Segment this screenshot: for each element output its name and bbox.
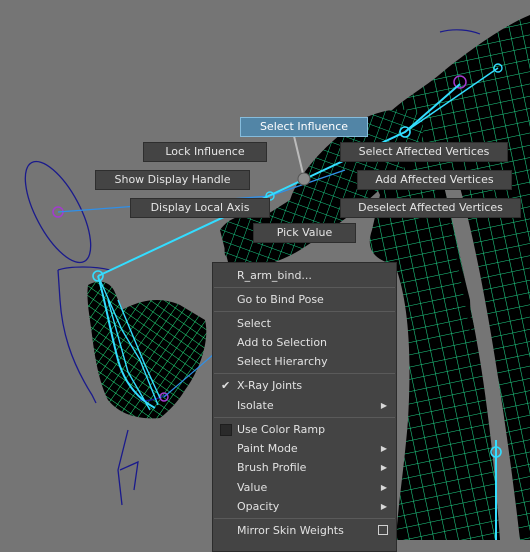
- option-box-icon[interactable]: [378, 525, 388, 535]
- menu-item-label: Select: [237, 317, 271, 330]
- mm-display-local-axis[interactable]: Display Local Axis: [130, 198, 270, 218]
- menu-item-label: Value: [237, 481, 268, 494]
- marking-menu-origin: [297, 172, 311, 186]
- menu-item-add-to-selection[interactable]: Add to Selection: [213, 333, 396, 352]
- submenu-arrow-icon: ▶: [380, 444, 387, 453]
- menu-item-select-hierarchy[interactable]: Select Hierarchy: [213, 352, 396, 371]
- menu-item-value[interactable]: Value ▶: [213, 478, 396, 497]
- menu-item-label: Paint Mode: [237, 442, 298, 455]
- menu-item-brush-profile[interactable]: Brush Profile ▶: [213, 458, 396, 477]
- mm-add-affected-vertices[interactable]: Add Affected Vertices: [357, 170, 512, 190]
- menu-item-label: R_arm_bind...: [237, 269, 312, 282]
- menu-item-paint-mode[interactable]: Paint Mode ▶: [213, 439, 396, 458]
- mm-lock-influence[interactable]: Lock Influence: [143, 142, 267, 162]
- checkbox-icon: [220, 424, 232, 436]
- mm-pick-value[interactable]: Pick Value: [253, 223, 356, 243]
- menu-item-label: Use Color Ramp: [237, 423, 326, 436]
- menu-item-label: X-Ray Joints: [237, 379, 303, 392]
- menu-item-isolate[interactable]: Isolate ▶: [213, 396, 396, 415]
- menu-separator: [214, 311, 395, 312]
- menu-item-opacity[interactable]: Opacity ▶: [213, 497, 396, 516]
- marking-menu-stroke: [293, 135, 305, 179]
- check-icon: ✔: [221, 379, 231, 392]
- menu-item-label: Isolate: [237, 399, 274, 412]
- menu-item-label: Add to Selection: [237, 336, 328, 349]
- mm-select-affected-vertices[interactable]: Select Affected Vertices: [340, 142, 508, 162]
- menu-separator: [214, 518, 395, 519]
- submenu-arrow-icon: ▶: [380, 483, 387, 492]
- menu-item-joint-name[interactable]: R_arm_bind...: [213, 266, 396, 285]
- menu-item-go-to-bind-pose[interactable]: Go to Bind Pose: [213, 290, 396, 309]
- menu-separator: [214, 287, 395, 288]
- submenu-arrow-icon: ▶: [380, 401, 387, 410]
- menu-separator: [214, 417, 395, 418]
- mm-deselect-affected-vertices[interactable]: Deselect Affected Vertices: [340, 198, 521, 218]
- menu-item-label: Opacity: [237, 500, 280, 513]
- menu-separator: [214, 373, 395, 374]
- menu-item-label: Brush Profile: [237, 461, 307, 474]
- submenu-arrow-icon: ▶: [380, 502, 387, 511]
- menu-item-use-color-ramp[interactable]: Use Color Ramp: [213, 420, 396, 439]
- menu-item-mirror-skin-weights[interactable]: Mirror Skin Weights: [213, 521, 396, 540]
- menu-item-xray-joints[interactable]: ✔ X-Ray Joints: [213, 376, 396, 395]
- context-menu: R_arm_bind... Go to Bind Pose Select Add…: [212, 262, 397, 552]
- mm-select-influence[interactable]: Select Influence: [240, 117, 368, 137]
- submenu-arrow-icon: ▶: [380, 463, 387, 472]
- menu-item-label: Mirror Skin Weights: [237, 524, 344, 537]
- menu-item-label: Select Hierarchy: [237, 355, 328, 368]
- menu-item-select[interactable]: Select: [213, 314, 396, 333]
- mm-show-display-handle[interactable]: Show Display Handle: [95, 170, 250, 190]
- menu-item-label: Go to Bind Pose: [237, 293, 324, 306]
